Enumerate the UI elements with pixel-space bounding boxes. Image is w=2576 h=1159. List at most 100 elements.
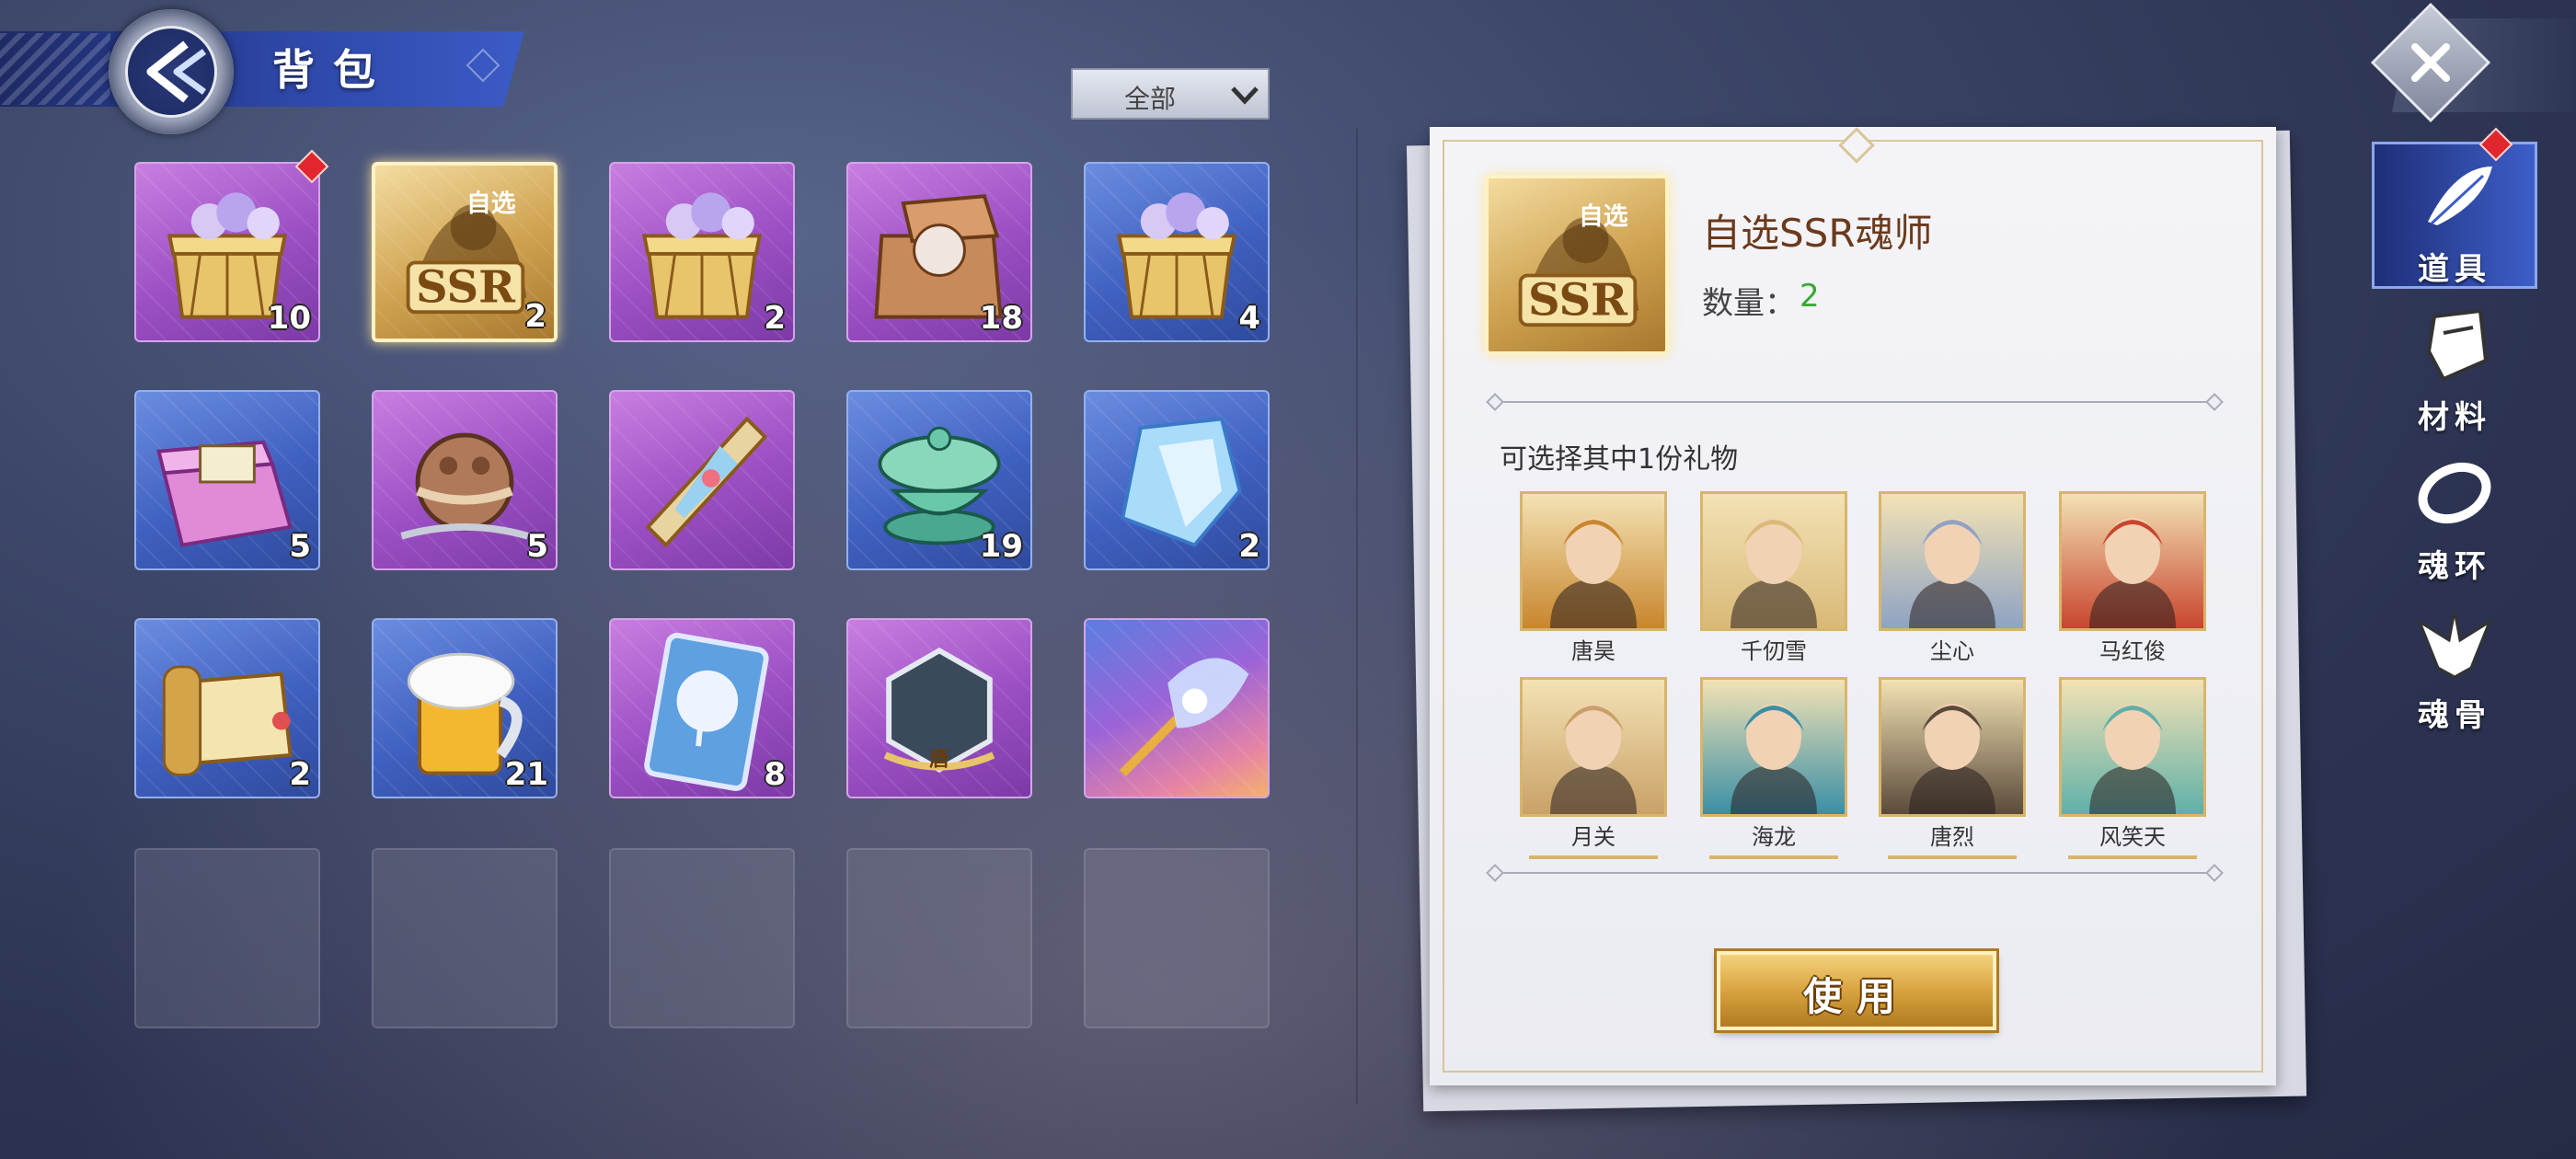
page-title: 背包: [272, 45, 394, 95]
hero-name: 风笑天: [2099, 824, 2166, 850]
hero-choice[interactable]: 千仞雪: [1700, 491, 1847, 664]
hero-portrait: [1879, 677, 2026, 817]
use-button[interactable]: 使用: [1717, 951, 1996, 1030]
hero-name: 海龙: [1752, 824, 1796, 850]
divider-bottom: [1500, 872, 2208, 874]
ssr-selector-icon: SSR 自选: [1518, 201, 1639, 327]
hero-choice[interactable]: 月关: [1520, 677, 1667, 859]
hero-choice[interactable]: 尘心: [1879, 491, 2026, 664]
item-count: 2: [524, 298, 546, 335]
hero-choice[interactable]: 马红俊: [2059, 491, 2206, 664]
hero-choice[interactable]: 风笑天: [2059, 677, 2206, 859]
inventory-slot[interactable]: 2: [1084, 390, 1270, 570]
tab-feather[interactable]: 道具: [2372, 142, 2537, 289]
tab-armor[interactable]: 材料: [2372, 293, 2537, 440]
detail-icon-label: 自选: [1579, 201, 1628, 231]
filter-selected-value: 全部: [1124, 84, 1177, 114]
inventory-slot[interactable]: SSR 自选 2: [372, 162, 558, 342]
item-count: 19: [979, 528, 1023, 565]
use-button-label: 使用: [1802, 974, 1910, 1019]
inventory-slot[interactable]: 8: [609, 618, 795, 798]
tab-label: 魂骨: [2418, 697, 2491, 734]
item-count: 4: [1238, 300, 1260, 337]
detail-item-icon: SSR 自选: [1485, 175, 1669, 355]
inventory-slot[interactable]: 5: [134, 390, 320, 570]
back-button[interactable]: [109, 9, 234, 134]
hero-portrait: [1520, 677, 1667, 817]
crystal-blade-icon: [645, 416, 768, 548]
slot-badge: SSR: [416, 262, 516, 314]
inventory-slot[interactable]: 2: [134, 618, 320, 798]
hero-underline: [1709, 855, 1838, 859]
inventory-slot[interactable]: 4: [1084, 162, 1270, 342]
panel-divider: [1356, 129, 1358, 1104]
back-arrow-icon: [146, 40, 207, 103]
detail-qty-value: 2: [1800, 278, 1820, 315]
tab-label: 材料: [2418, 399, 2491, 436]
hero-choice[interactable]: 唐烈: [1879, 677, 2026, 859]
hero-name: 尘心: [1930, 638, 1974, 664]
choose-gift-text: 可选择其中1份礼物: [1500, 443, 1739, 476]
close-icon: [2411, 43, 2450, 82]
inventory-slot[interactable]: 18: [846, 162, 1032, 342]
inventory-slot[interactable]: [1084, 618, 1270, 798]
hero-name: 千仞雪: [1741, 638, 1807, 664]
inventory-slot-empty: [372, 848, 558, 1028]
tab-ring[interactable]: 魂环: [2372, 442, 2537, 589]
inventory-slot[interactable]: [609, 390, 795, 570]
hero-underline: [1888, 855, 2017, 859]
inventory-slot[interactable]: 唐: [846, 618, 1032, 798]
whisk-icon: [1119, 658, 1249, 776]
feather-icon: [2428, 166, 2492, 225]
hero-portrait: [1879, 491, 2026, 631]
inventory-slot[interactable]: 10: [134, 162, 320, 342]
detail-qty-label: 数量：: [1702, 285, 1796, 322]
item-count: 5: [526, 528, 548, 565]
detail-item-name: 自选SSR魂师: [1702, 211, 1933, 256]
bone-wings-icon: [2416, 610, 2493, 679]
inventory-slot[interactable]: 5: [372, 390, 558, 570]
hero-portrait-icon: [1731, 518, 1817, 628]
item-count: 10: [267, 300, 311, 337]
item-count: 2: [1238, 528, 1260, 565]
hero-name: 唐昊: [1571, 638, 1616, 664]
hero-portrait-icon: [1550, 704, 1637, 814]
hero-underline: [2068, 855, 2197, 859]
hero-portrait: [1700, 677, 1847, 817]
hexagon-frame-icon: 唐: [883, 647, 995, 773]
item-count: 2: [764, 300, 786, 337]
slot-label: 唐: [929, 748, 949, 772]
hero-portrait-icon: [1909, 704, 1995, 814]
hero-portrait: [2059, 491, 2206, 631]
header-stripe: [0, 33, 110, 105]
inventory-slot-empty: [134, 848, 320, 1028]
hero-choice[interactable]: 海龙: [1700, 677, 1847, 859]
hero-underline: [1529, 855, 1658, 859]
hero-name: 马红俊: [2099, 638, 2166, 664]
item-count: 21: [504, 756, 548, 793]
tab-bone-wings[interactable]: 魂骨: [2372, 591, 2537, 738]
hero-portrait-icon: [1550, 518, 1637, 628]
filter-dropdown[interactable]: 全部: [1071, 68, 1270, 120]
item-count: 18: [979, 300, 1023, 337]
item-count: 5: [289, 528, 311, 565]
hero-portrait-icon: [2089, 704, 2176, 814]
inventory-slot[interactable]: 19: [846, 390, 1032, 570]
hero-name: 唐烈: [1930, 824, 1974, 850]
hero-portrait-icon: [2089, 518, 2176, 628]
inventory-slot-empty: [846, 848, 1032, 1028]
inventory-slot-empty: [1084, 848, 1270, 1028]
item-count: 2: [289, 756, 311, 793]
inventory-slot[interactable]: 2: [609, 162, 795, 342]
armor-icon: [2426, 308, 2489, 382]
hero-portrait-icon: [1909, 518, 1995, 628]
inventory-slot-empty: [609, 848, 795, 1028]
inventory-slot[interactable]: 21: [372, 618, 558, 798]
detail-icon-badge: SSR: [1528, 275, 1628, 327]
chevron-down-icon: [1231, 86, 1259, 105]
detail-panel: SSR 自选 自选SSR魂师 数量： 2 可选择其中1份礼物 唐昊 千仞雪 尘心 马红…: [1430, 127, 2276, 1085]
hero-portrait: [2059, 677, 2206, 817]
hero-name: 月关: [1571, 824, 1616, 850]
divider-top: [1500, 401, 2208, 403]
hero-choice[interactable]: 唐昊: [1520, 491, 1667, 664]
